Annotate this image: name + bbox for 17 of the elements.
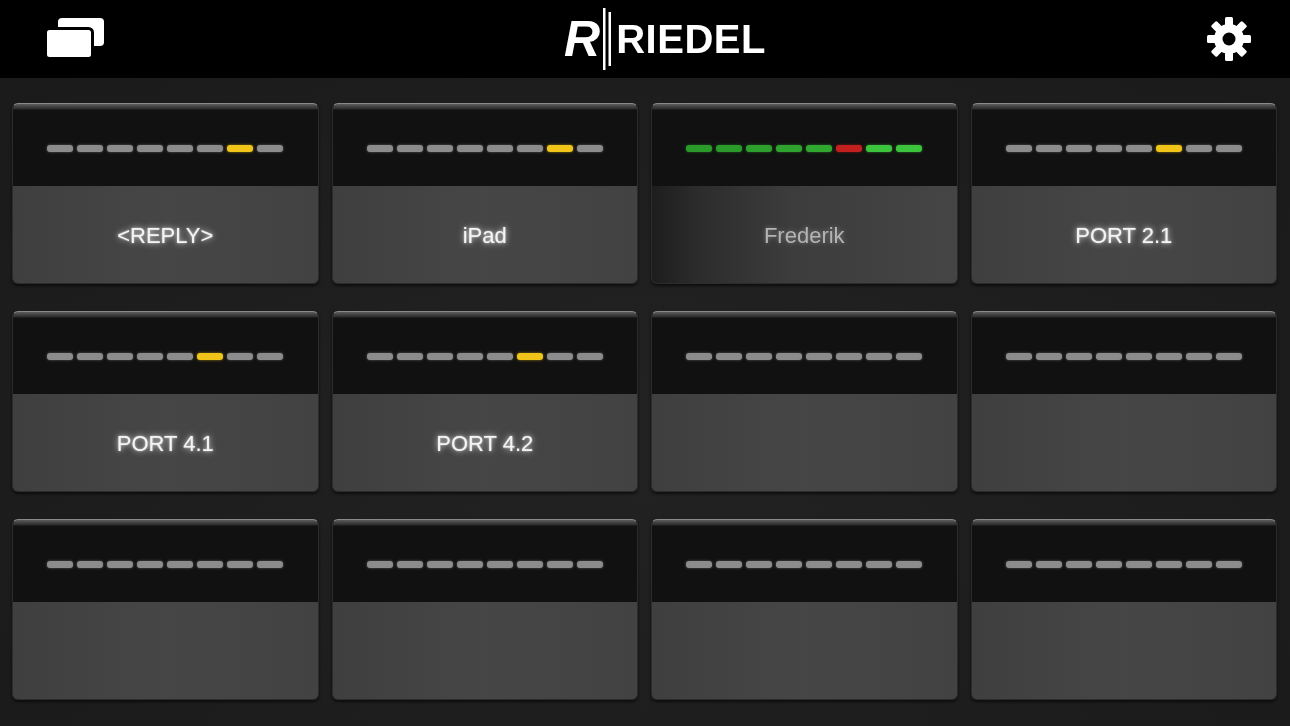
logo-mark: R	[564, 14, 599, 64]
intercom-key[interactable]	[12, 519, 319, 700]
logo-divider-icon	[602, 8, 613, 70]
intercom-key[interactable]	[970, 311, 1277, 492]
intercom-key[interactable]: PORT 4.2	[331, 311, 638, 492]
intercom-key[interactable]: PORT 4.1	[12, 311, 319, 492]
intercom-key[interactable]: iPad	[331, 103, 638, 284]
settings-icon[interactable]	[1206, 16, 1252, 62]
logo-text: RIEDEL	[616, 19, 766, 59]
intercom-key[interactable]: Frederik	[651, 103, 958, 284]
intercom-key[interactable]	[970, 519, 1277, 700]
intercom-key[interactable]: <REPLY>	[12, 103, 319, 284]
intercom-key[interactable]	[651, 519, 958, 700]
stacked-windows-icon[interactable]	[44, 18, 104, 60]
intercom-key[interactable]	[651, 311, 958, 492]
intercom-key[interactable]	[331, 519, 638, 700]
intercom-key[interactable]: PORT 2.1	[970, 103, 1277, 284]
